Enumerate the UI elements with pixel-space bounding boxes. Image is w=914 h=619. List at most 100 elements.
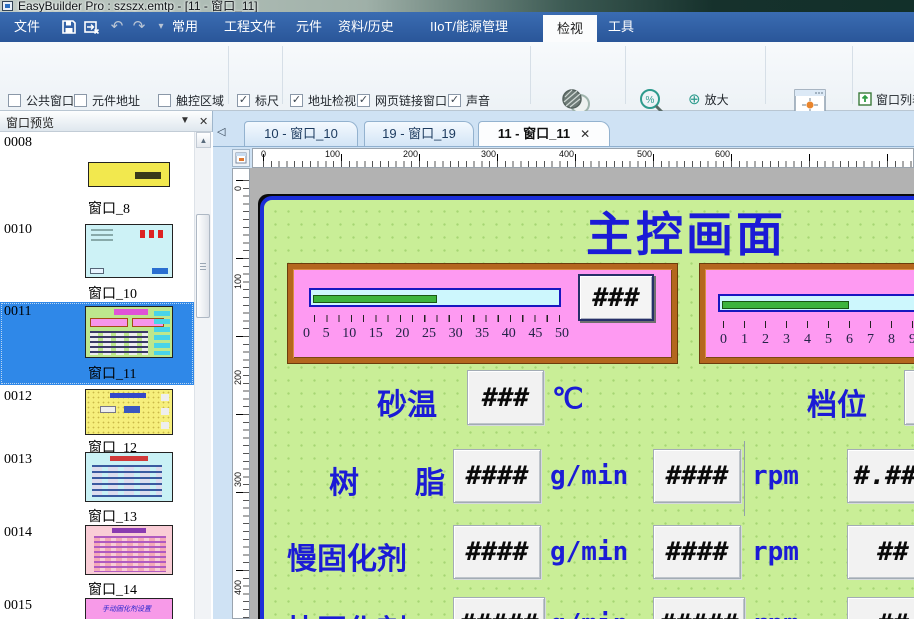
checkbox-web-link-window[interactable]: ✓网页链接窗口 bbox=[357, 92, 447, 108]
list-item-window-12[interactable]: 0012 窗口_12 bbox=[0, 389, 194, 451]
save-icon[interactable] bbox=[60, 18, 78, 36]
value-sand-temp[interactable]: ### bbox=[467, 370, 544, 425]
label-slow-hardener[interactable]: 慢固化剂 bbox=[287, 534, 407, 578]
tab-window-11-active[interactable]: 11 - 窗口_11✕ bbox=[478, 121, 610, 146]
unit-resin-rpm[interactable]: rpm bbox=[752, 461, 799, 491]
sidebar-scrollbar[interactable]: ▲ bbox=[194, 132, 211, 619]
list-item-window-13[interactable]: 0013 窗口_13 bbox=[0, 452, 194, 524]
menu-tab-gongju[interactable]: 工具 bbox=[602, 12, 640, 42]
checkbox-common-window[interactable]: 公共窗口 bbox=[8, 92, 74, 108]
checkbox-ruler[interactable]: ✓标尺 bbox=[237, 92, 279, 108]
unit-celsius[interactable]: ℃ bbox=[552, 382, 583, 415]
ribbon-separator bbox=[625, 46, 626, 104]
menu-tab-jianshi-active[interactable]: 检视 bbox=[543, 15, 597, 42]
window-14-thumbnail[interactable] bbox=[85, 525, 173, 575]
ribbon-separator bbox=[852, 46, 853, 104]
value-slow-flow[interactable]: #### bbox=[453, 525, 541, 579]
bar-meter-panel-1[interactable]: 05101520253035404550 ### bbox=[288, 264, 677, 363]
bar-meter-1-scale: 05101520253035404550 bbox=[303, 326, 569, 342]
list-item-window-8[interactable]: 0008 窗口_8 bbox=[0, 135, 194, 219]
unit-slow-rpm[interactable]: rpm bbox=[752, 537, 799, 567]
menu-tab-yuanjian[interactable]: 元件 bbox=[290, 12, 328, 42]
bar-meter-2-fill bbox=[722, 301, 849, 309]
redo-icon[interactable]: ↷ bbox=[130, 18, 148, 36]
value-fast-rpm[interactable]: ##### bbox=[653, 597, 745, 619]
tab-scroll-left-icon[interactable]: ◁ bbox=[217, 125, 225, 138]
unit-fast-rpm[interactable]: rpm bbox=[752, 609, 799, 619]
window-12-thumbnail[interactable] bbox=[85, 389, 173, 435]
tab-close-icon[interactable]: ✕ bbox=[580, 127, 590, 141]
checkbox-address-view[interactable]: ✓地址检视 bbox=[290, 92, 356, 108]
value-resin-ratio[interactable]: #.### bbox=[847, 449, 914, 503]
editor-area: ◁ 10 - 窗口_10 19 - 窗口_19 11 - 窗口_11✕ 0 10… bbox=[213, 111, 914, 619]
tab-window-10[interactable]: 10 - 窗口_10 bbox=[244, 121, 358, 146]
bar-meter-1[interactable] bbox=[309, 288, 561, 307]
design-canvas[interactable]: 主控画面 05101520253035404550 ### bbox=[250, 168, 914, 619]
ruler-origin-icon bbox=[235, 152, 247, 164]
list-item-window-10[interactable]: 0010 窗口_10 bbox=[0, 222, 194, 300]
undo-icon[interactable]: ↶ bbox=[108, 18, 126, 36]
checkbox-element-address[interactable]: 元件地址 bbox=[74, 92, 140, 108]
list-item-window-15[interactable]: 0015 手动固化剂设置 bbox=[0, 598, 194, 619]
panel-title: 窗口预览 bbox=[6, 114, 54, 131]
checkbox-icon: ✓ bbox=[237, 94, 250, 107]
window-preview-list: 0008 窗口_8 0010 窗口_10 0011 窗口_11 0012 窗口_… bbox=[0, 132, 213, 619]
menu-tab-changyong[interactable]: 常用 bbox=[166, 12, 204, 42]
window-list-icon bbox=[858, 92, 872, 106]
zoom-in-button[interactable]: ⊕放大 bbox=[688, 90, 729, 108]
value-resin-flow[interactable]: #### bbox=[453, 449, 541, 503]
menu-tab-ziliao-lishi[interactable]: 资料/历史 bbox=[332, 12, 400, 42]
value-slow-rpm[interactable]: #### bbox=[653, 525, 741, 579]
value-gear[interactable] bbox=[904, 370, 914, 425]
label-gear[interactable]: 档位 bbox=[807, 380, 867, 424]
menu-file[interactable]: 文件 bbox=[8, 12, 46, 42]
vertical-ruler: 0 100 200 300 400 bbox=[232, 168, 250, 619]
list-item-window-14[interactable]: 0014 窗口_14 bbox=[0, 525, 194, 597]
label-resin-1[interactable]: 树 bbox=[329, 458, 359, 502]
checkbox-sound[interactable]: ✓声音 bbox=[448, 92, 490, 108]
bar-meter-panel-2[interactable]: 0123456789 bbox=[700, 264, 914, 363]
scrollbar-thumb[interactable] bbox=[196, 214, 210, 318]
tab-window-19[interactable]: 19 - 窗口_19 bbox=[364, 121, 474, 146]
horizontal-ruler: 0 100 200 300 400 500 600 bbox=[252, 148, 914, 168]
checkbox-touch-area[interactable]: 触控区域 bbox=[158, 92, 224, 108]
window-15-thumbnail[interactable]: 手动固化剂设置 bbox=[85, 598, 173, 619]
window-11-thumbnail[interactable] bbox=[85, 306, 173, 358]
window-10-thumbnail[interactable] bbox=[85, 224, 173, 278]
unit-fast-gmin[interactable]: g/min bbox=[550, 609, 628, 619]
panel-header: 窗口预览 ▼ ✕ bbox=[0, 111, 212, 132]
ribbon-separator bbox=[765, 46, 766, 104]
unit-slow-gmin[interactable]: g/min bbox=[550, 537, 628, 567]
checkbox-icon: ✓ bbox=[357, 94, 370, 107]
bar-meter-2-scale: 0123456789 bbox=[713, 332, 914, 348]
numeric-display-1[interactable]: ### bbox=[578, 274, 654, 321]
value-fast-flow[interactable]: ##### bbox=[453, 597, 545, 619]
value-resin-rpm[interactable]: #### bbox=[653, 449, 741, 503]
window-13-thumbnail[interactable] bbox=[85, 452, 173, 502]
bar-meter-2[interactable] bbox=[718, 294, 914, 312]
list-item-window-11[interactable]: 0011 窗口_11 bbox=[0, 304, 194, 384]
checkbox-icon: ✓ bbox=[290, 94, 303, 107]
bar-meter-1-ticks bbox=[314, 315, 561, 322]
window-8-thumbnail[interactable] bbox=[88, 162, 170, 187]
menu-tab-gongchengwenjian[interactable]: 工程文件 bbox=[218, 12, 282, 42]
value-fast-ratio[interactable]: ## bbox=[847, 597, 914, 619]
label-resin-2[interactable]: 脂 bbox=[415, 458, 445, 502]
scroll-up-icon[interactable]: ▲ bbox=[196, 132, 211, 148]
value-slow-ratio[interactable]: ## bbox=[847, 525, 914, 579]
unit-resin-gmin[interactable]: g/min bbox=[550, 461, 628, 491]
panel-dropdown-icon[interactable]: ▼ bbox=[180, 115, 190, 126]
window-list-button[interactable]: 窗口列表 bbox=[858, 90, 914, 108]
export-icon[interactable] bbox=[83, 18, 101, 36]
hmi-screen-background[interactable]: 主控画面 05101520253035404550 ### bbox=[260, 196, 914, 619]
menu-tab-iiot[interactable]: IIoT/能源管理 bbox=[424, 12, 514, 42]
label-fast-hardener[interactable]: 快固化剂 bbox=[287, 606, 407, 619]
label-sand-temp[interactable]: 砂温 bbox=[377, 380, 437, 424]
hmi-screen[interactable]: 主控画面 05101520253035404550 ### bbox=[258, 194, 914, 619]
panel-close-icon[interactable]: ✕ bbox=[199, 115, 208, 128]
checkbox-icon bbox=[74, 94, 87, 107]
zoom-in-icon: ⊕ bbox=[688, 92, 701, 107]
application-window: EasyBuilder Pro : szszx.emtp - [11 - 窗口_… bbox=[0, 0, 914, 619]
ruler-origin-button[interactable] bbox=[232, 149, 250, 167]
hmi-title-text[interactable]: 主控画面 bbox=[586, 196, 786, 265]
